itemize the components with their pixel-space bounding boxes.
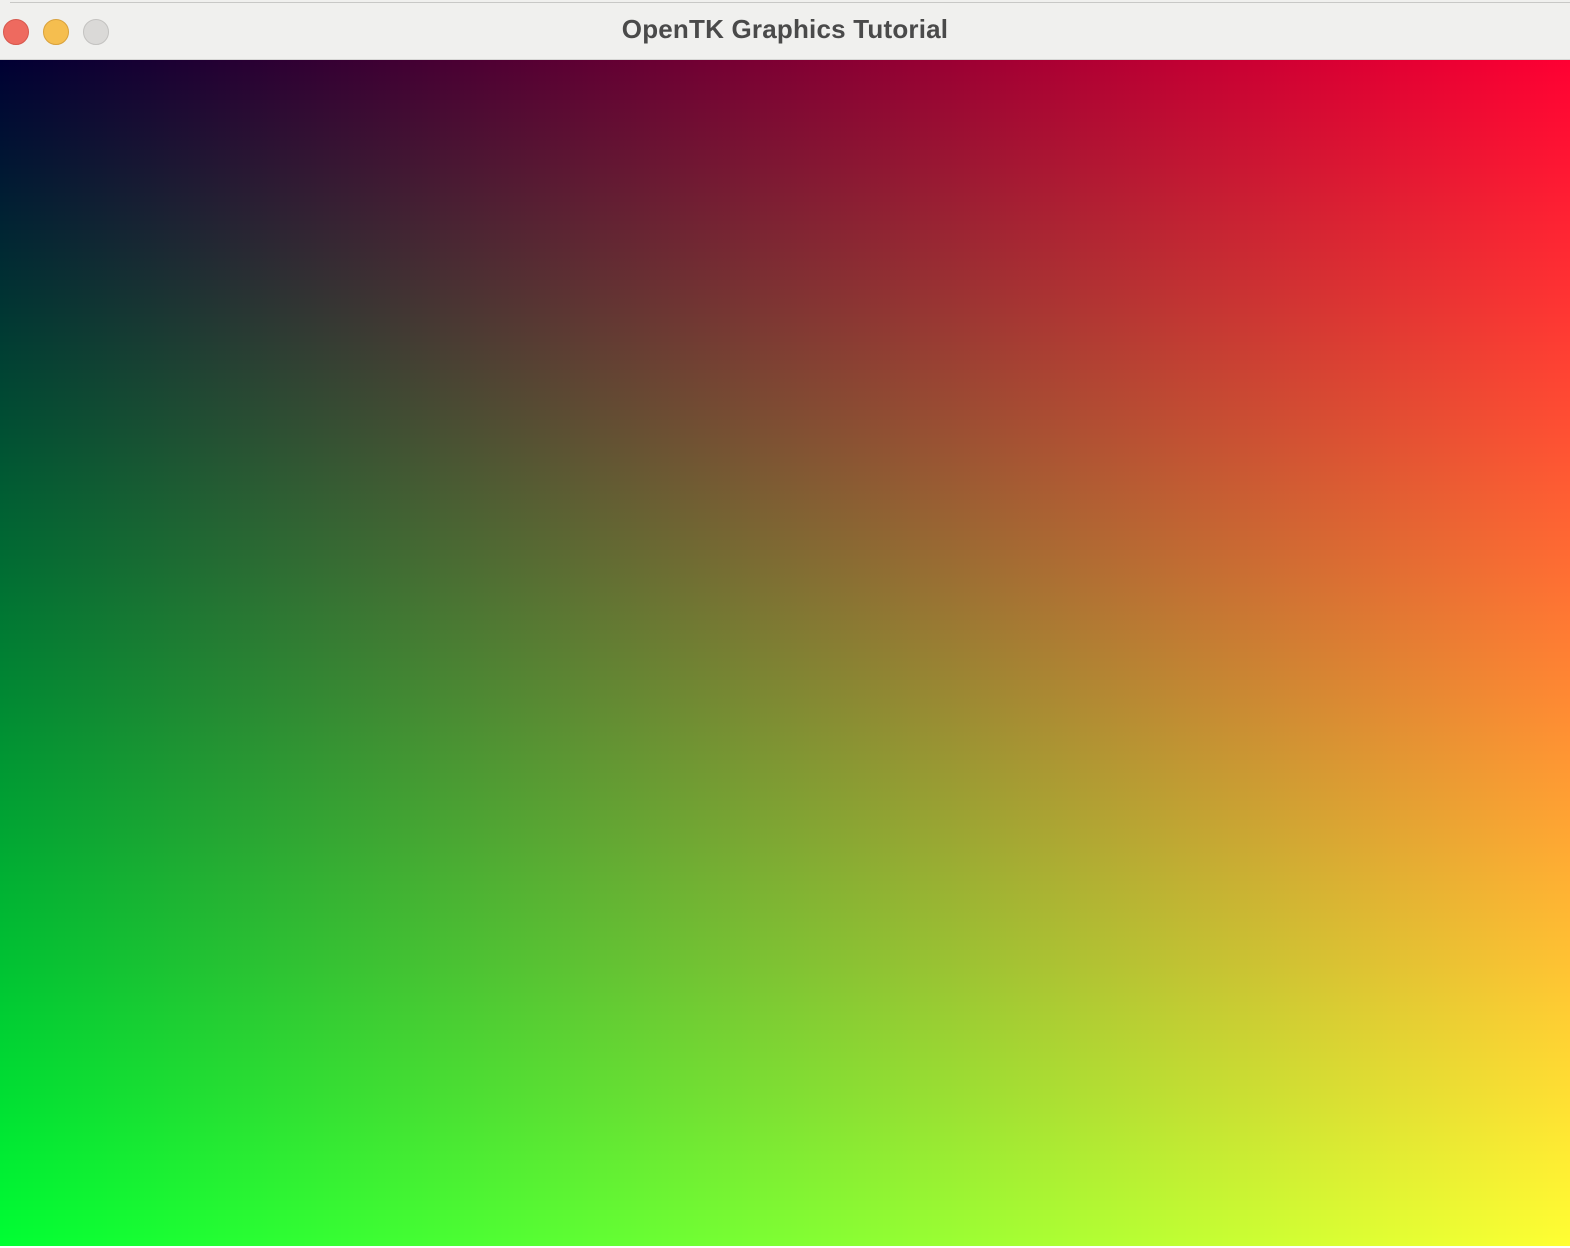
title-bar-divider (10, 2, 1570, 3)
blue-channel-layer (0, 60, 1570, 1246)
gradient-canvas (0, 60, 1570, 1246)
app-window: OpenTK Graphics Tutorial (0, 0, 1570, 1248)
window-title: OpenTK Graphics Tutorial (621, 14, 949, 44)
opengl-viewport[interactable] (0, 60, 1570, 1246)
title-bar[interactable]: OpenTK Graphics Tutorial (0, 0, 1570, 60)
